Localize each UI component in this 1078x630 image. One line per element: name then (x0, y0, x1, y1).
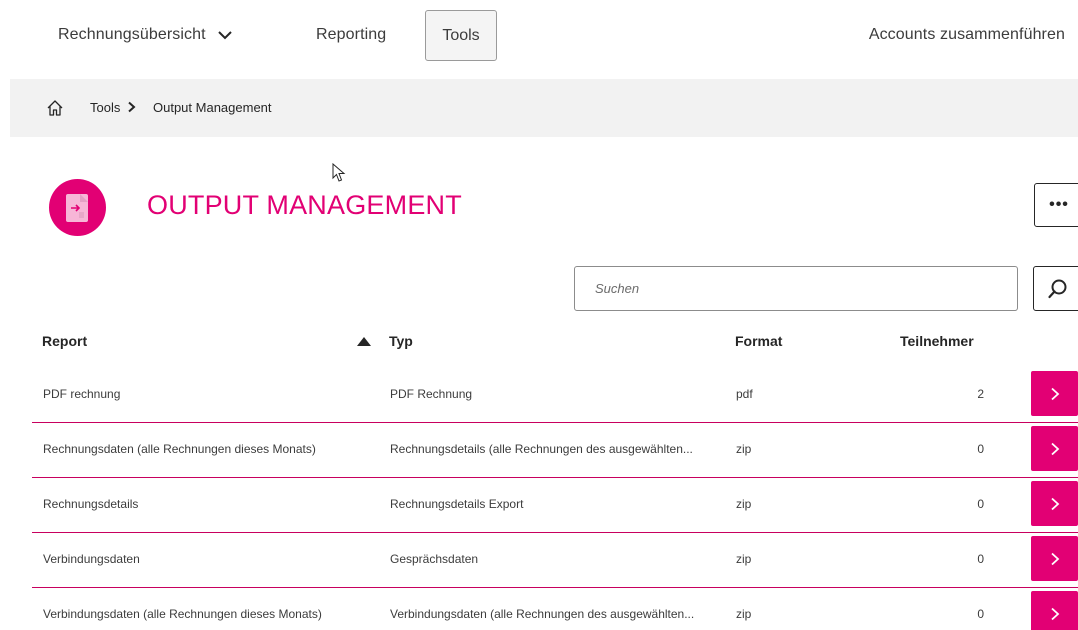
chevron-right-icon (1050, 607, 1059, 620)
cell-report: Verbindungsdaten (43, 552, 140, 566)
breadcrumb-tools[interactable]: Tools (90, 100, 120, 115)
top-navigation: Rechnungsübersicht Reporting Tools Accou… (0, 0, 1078, 70)
table-row: Rechnungsdaten (alle Rechnungen dieses M… (0, 423, 1078, 478)
chevron-right-icon (1050, 497, 1059, 510)
table-row: Verbindungsdaten (alle Rechnungen dieses… (0, 588, 1078, 630)
table-row: Rechnungsdetails Rechnungsdetails Export… (0, 478, 1078, 533)
nav-billing-overview[interactable]: Rechnungsübersicht (58, 24, 206, 46)
cell-teilnehmer: 0 (977, 552, 984, 566)
nav-reporting[interactable]: Reporting (316, 24, 386, 46)
chevron-right-icon (1050, 387, 1059, 400)
open-row-button[interactable] (1031, 481, 1078, 526)
cell-typ: Rechnungsdetails Export (390, 497, 524, 511)
nav-merge-accounts[interactable]: Accounts zusammenführen (869, 24, 1065, 46)
mouse-cursor-icon (332, 163, 346, 182)
cell-typ: Verbindungsdaten (alle Rechnungen des au… (390, 607, 695, 621)
column-header-typ[interactable]: Typ (389, 331, 413, 351)
cell-format: zip (736, 442, 752, 456)
open-row-button[interactable] (1031, 426, 1078, 471)
page-title: OUTPUT MANAGEMENT (147, 190, 462, 220)
more-options-button[interactable]: ••• (1034, 183, 1078, 227)
column-header-format[interactable]: Format (735, 331, 782, 351)
cell-format: zip (736, 497, 752, 511)
home-icon[interactable] (46, 99, 64, 117)
cell-teilnehmer: 0 (977, 607, 984, 621)
cell-format: zip (736, 607, 752, 621)
table-row: PDF rechnung PDF Rechnung pdf 2 (0, 368, 1078, 423)
cell-report: Verbindungsdaten (alle Rechnungen dieses… (43, 607, 322, 621)
search-input[interactable] (574, 266, 1018, 311)
open-row-button[interactable] (1031, 371, 1078, 416)
cell-typ: Gesprächsdaten (390, 552, 479, 566)
cell-teilnehmer: 0 (977, 497, 984, 511)
chevron-right-icon (1050, 442, 1059, 455)
document-export-icon (49, 179, 106, 236)
search-button[interactable] (1033, 266, 1078, 311)
open-row-button[interactable] (1031, 591, 1078, 630)
cell-typ: Rechnungsdetails (alle Rechnungen des au… (390, 442, 693, 456)
cell-report: Rechnungsdaten (alle Rechnungen dieses M… (43, 442, 316, 456)
sort-ascending-icon[interactable] (357, 337, 371, 346)
nav-tools[interactable]: Tools (425, 10, 497, 61)
table-row: Verbindungsdaten Gesprächsdaten zip 0 (0, 533, 1078, 588)
cell-report: Rechnungsdetails (43, 497, 139, 511)
cell-teilnehmer: 0 (977, 442, 984, 456)
cell-report: PDF rechnung (43, 387, 121, 401)
open-row-button[interactable] (1031, 536, 1078, 581)
column-header-teilnehmer[interactable]: Teilnehmer (900, 331, 974, 351)
cell-format: pdf (736, 387, 753, 401)
cell-typ: PDF Rechnung (390, 387, 473, 401)
chevron-right-icon (1050, 552, 1059, 565)
search-icon (1048, 279, 1067, 299)
cell-teilnehmer: 2 (977, 387, 984, 401)
chevron-right-icon (128, 101, 136, 113)
chevron-down-icon[interactable] (217, 27, 233, 43)
cell-format: zip (736, 552, 752, 566)
column-header-report[interactable]: Report (42, 331, 87, 351)
breadcrumb-current: Output Management (153, 100, 272, 115)
page: Rechnungsübersicht Reporting Tools Accou… (0, 0, 1078, 630)
breadcrumb: Tools Output Management (10, 79, 1078, 137)
report-table: PDF rechnung PDF Rechnung pdf 2 Rechnung… (0, 368, 1078, 630)
